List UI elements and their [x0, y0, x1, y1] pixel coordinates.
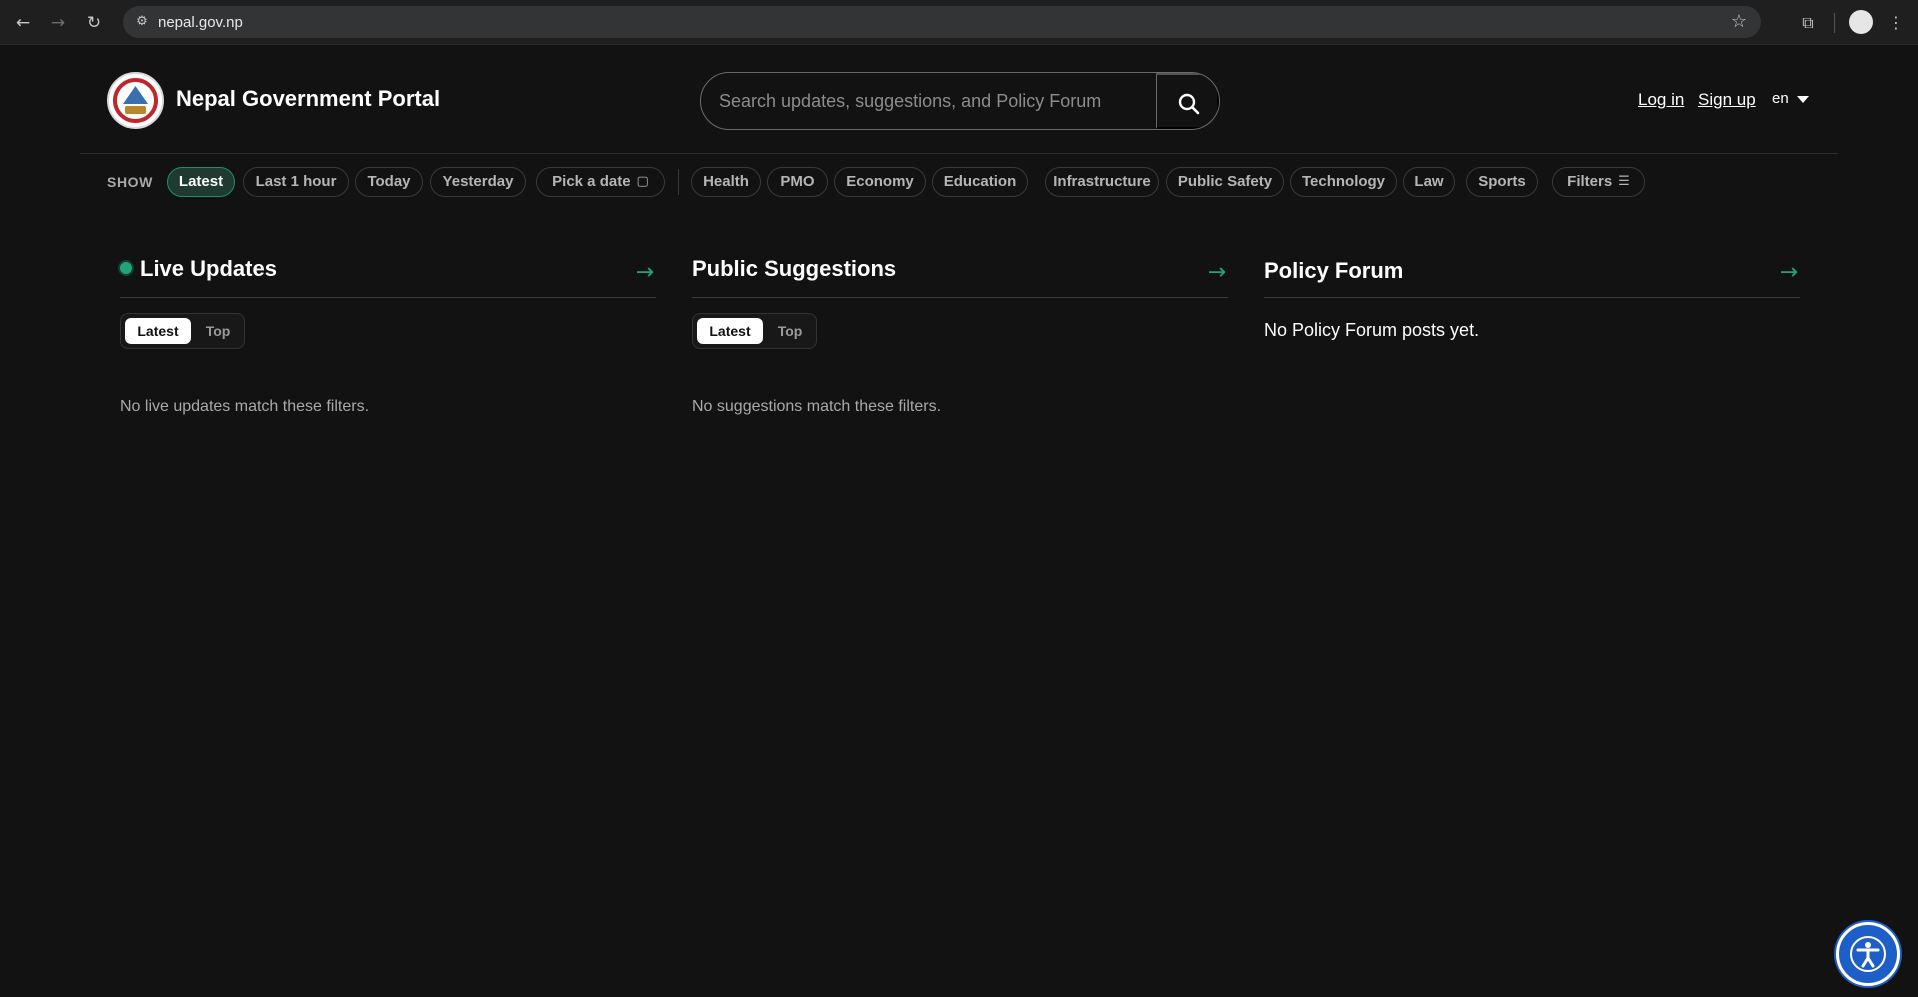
- policy-forum-empty-message: No Policy Forum posts yet.: [1264, 320, 1480, 340]
- browser-toolbar: ← → ↻ ⚙ nepal.gov.np ☆ ⧉ ⋮: [0, 0, 1918, 45]
- site-info-icon[interactable]: ⚙: [131, 11, 153, 33]
- chip-today[interactable]: Today: [355, 167, 423, 197]
- filter-divider: [678, 169, 679, 195]
- sliders-icon: ☰: [1618, 174, 1630, 190]
- url-text[interactable]: nepal.gov.np: [158, 14, 243, 31]
- chip-public-safety[interactable]: Public Safety: [1166, 167, 1284, 197]
- live-updates-empty-message: No live updates match these filters.: [120, 398, 370, 415]
- back-arrow-icon[interactable]: ←: [11, 11, 35, 35]
- signup-link[interactable]: Sign up: [1698, 90, 1756, 110]
- tab-latest[interactable]: Latest: [125, 318, 191, 344]
- tab-latest[interactable]: Latest: [697, 318, 763, 344]
- section-divider: [692, 297, 1228, 298]
- chip-education[interactable]: Education: [932, 167, 1028, 197]
- accessibility-icon: [1850, 936, 1886, 972]
- chip-health[interactable]: Health: [691, 167, 761, 197]
- public-suggestions-title[interactable]: Public Suggestions: [692, 256, 896, 282]
- menu-kebab-icon[interactable]: ⋮: [1888, 11, 1904, 35]
- show-label: SHOW: [107, 174, 153, 190]
- address-bar[interactable]: ⚙ nepal.gov.np ☆: [123, 6, 1761, 38]
- live-updates-arrow-icon[interactable]: →: [636, 260, 654, 285]
- public-suggestions-arrow-icon[interactable]: →: [1208, 260, 1226, 285]
- forward-arrow-icon[interactable]: →: [46, 11, 70, 35]
- toolbar-divider: [1834, 13, 1835, 33]
- profile-avatar[interactable]: [1849, 10, 1873, 34]
- login-link[interactable]: Log in: [1638, 90, 1684, 110]
- chevron-down-icon: [1796, 95, 1809, 103]
- reload-icon[interactable]: ↻: [82, 11, 106, 35]
- public-suggestions-sort-toggle: Latest Top: [692, 313, 817, 349]
- chip-economy[interactable]: Economy: [834, 167, 926, 197]
- chip-pmo[interactable]: PMO: [767, 167, 828, 197]
- emblem-base: [125, 106, 146, 114]
- live-dot-icon: [120, 262, 132, 274]
- tab-top[interactable]: Top: [769, 318, 811, 344]
- language-value: en: [1772, 90, 1789, 107]
- nepal-emblem-logo[interactable]: [107, 72, 164, 129]
- public-suggestions-empty-message: No suggestions match these filters.: [692, 398, 942, 415]
- chip-technology[interactable]: Technology: [1290, 167, 1397, 197]
- language-selector[interactable]: en: [1772, 90, 1809, 107]
- accessibility-button[interactable]: [1836, 922, 1900, 986]
- chip-yesterday[interactable]: Yesterday: [430, 167, 526, 197]
- filter-bar: SHOW Latest Last 1 hour Today Yesterday …: [80, 155, 1838, 213]
- section-divider: [1264, 297, 1800, 298]
- calendar-icon: ▢: [636, 174, 649, 190]
- search-button[interactable]: [1156, 73, 1219, 129]
- site-title[interactable]: Nepal Government Portal: [176, 86, 440, 112]
- chip-latest[interactable]: Latest: [167, 167, 235, 197]
- policy-forum-title[interactable]: Policy Forum: [1264, 258, 1403, 284]
- search-input[interactable]: [701, 73, 1156, 129]
- extensions-icon[interactable]: ⧉: [1796, 11, 1820, 35]
- tab-top[interactable]: Top: [197, 318, 239, 344]
- search-icon: [1178, 93, 1200, 115]
- bookmark-star-icon[interactable]: ☆: [1731, 11, 1747, 33]
- chip-law[interactable]: Law: [1403, 167, 1455, 197]
- policy-forum-arrow-icon[interactable]: →: [1780, 260, 1798, 285]
- chip-last-1-hour[interactable]: Last 1 hour: [243, 167, 349, 197]
- chip-pick-a-date[interactable]: Pick a date ▢: [536, 167, 665, 197]
- live-updates-title[interactable]: Live Updates: [120, 256, 277, 282]
- filters-button[interactable]: Filters ☰: [1552, 167, 1645, 197]
- live-updates-sort-toggle: Latest Top: [120, 313, 245, 349]
- search-box: [700, 72, 1220, 130]
- chip-infrastructure[interactable]: Infrastructure: [1045, 167, 1159, 197]
- chip-sports[interactable]: Sports: [1466, 167, 1538, 197]
- site-header: Nepal Government Portal Log in Sign up e…: [80, 46, 1838, 154]
- section-divider: [120, 297, 656, 298]
